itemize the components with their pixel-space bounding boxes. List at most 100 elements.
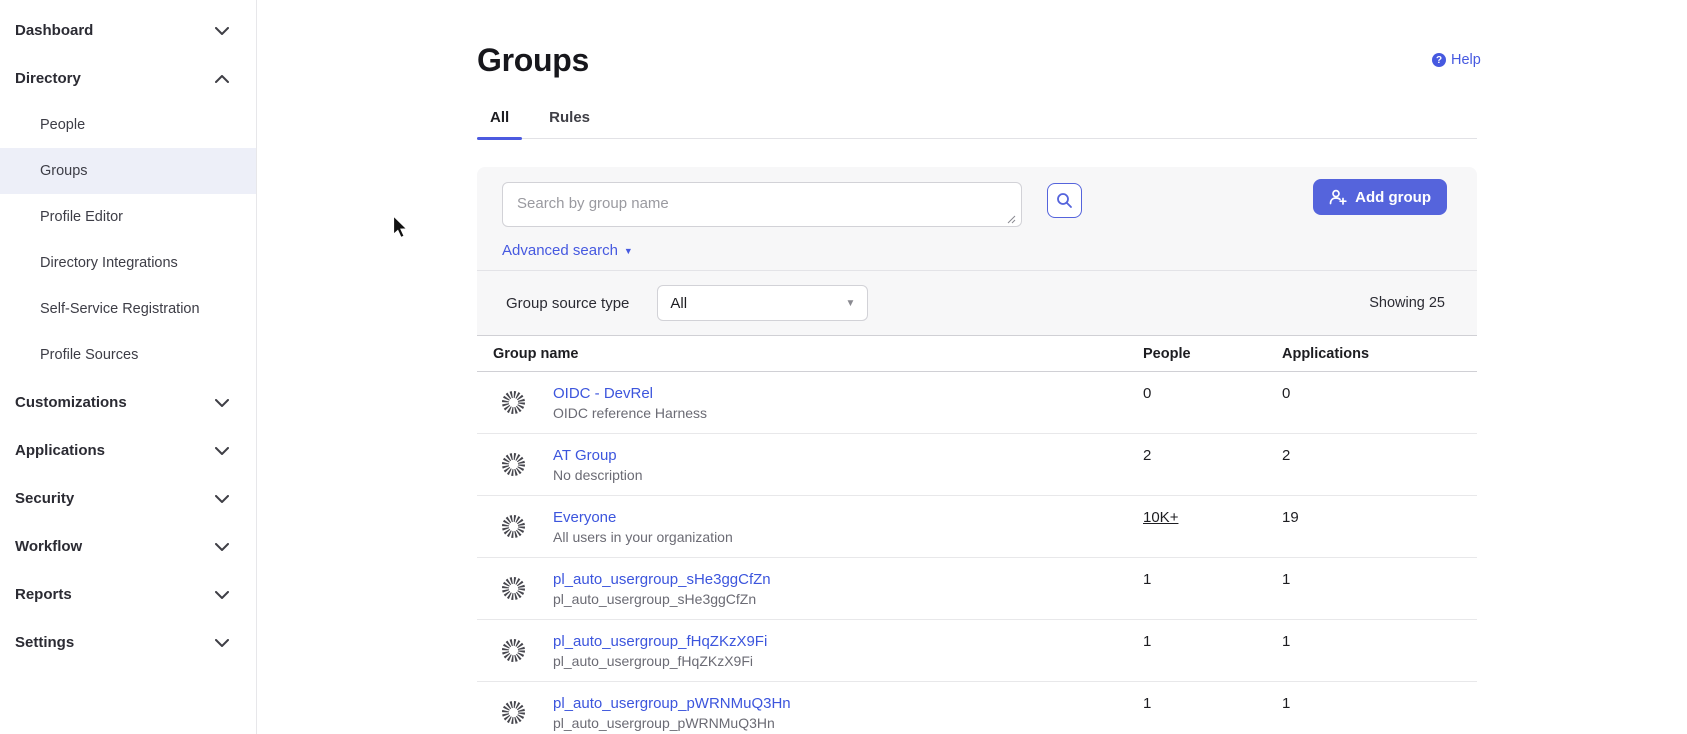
caret-down-icon: ▼ xyxy=(624,246,633,256)
table-row: OIDC - DevRel OIDC reference Harness 0 0 xyxy=(477,372,1477,434)
sidebar-item-self-service-registration[interactable]: Self-Service Registration xyxy=(0,286,256,332)
sidebar-subitem-label: Directory Integrations xyxy=(40,255,178,271)
help-link[interactable]: ? Help xyxy=(1432,52,1481,68)
applications-count: 2 xyxy=(1282,434,1477,495)
advanced-search-label: Advanced search xyxy=(502,242,618,259)
sidebar-item-reports[interactable]: Reports xyxy=(0,570,256,618)
group-name-link[interactable]: Everyone xyxy=(553,509,733,526)
people-count: 1 xyxy=(1143,620,1282,681)
group-description: pl_auto_usergroup_sHe3ggCfZn xyxy=(553,591,771,607)
group-description: No description xyxy=(553,467,643,483)
group-icon xyxy=(500,451,527,478)
group-name-link[interactable]: AT Group xyxy=(553,447,643,464)
group-name-link[interactable]: pl_auto_usergroup_fHqZKzX9Fi xyxy=(553,633,767,650)
sidebar-item-profile-editor[interactable]: Profile Editor xyxy=(0,194,256,240)
group-description: pl_auto_usergroup_fHqZKzX9Fi xyxy=(553,653,767,669)
sidebar-item-customizations[interactable]: Customizations xyxy=(0,378,256,426)
sidebar-item-directory-integrations[interactable]: Directory Integrations xyxy=(0,240,256,286)
sidebar-item-label: Dashboard xyxy=(15,22,93,39)
table-row: pl_auto_usergroup_fHqZKzX9Fi pl_auto_use… xyxy=(477,620,1477,682)
add-group-button[interactable]: Add group xyxy=(1313,179,1447,215)
sidebar-item-label: Reports xyxy=(15,586,72,603)
chevron-down-icon xyxy=(215,490,229,507)
people-count: 0 xyxy=(1143,372,1282,433)
group-icon xyxy=(500,637,527,664)
applications-count: 1 xyxy=(1282,558,1477,619)
main-area: ? Help Groups All Rules xyxy=(257,0,1687,734)
table-row: AT Group No description 2 2 xyxy=(477,434,1477,496)
applications-count: 0 xyxy=(1282,372,1477,433)
chevron-down-icon xyxy=(215,22,229,39)
sidebar-item-label: Settings xyxy=(15,634,74,651)
table-row: Everyone All users in your organization … xyxy=(477,496,1477,558)
sidebar-item-directory[interactable]: Directory xyxy=(0,54,256,102)
sidebar-item-label: Applications xyxy=(15,442,105,459)
content-column: ? Help Groups All Rules xyxy=(477,0,1477,734)
search-icon xyxy=(1056,192,1073,209)
sidebar-item-label: Workflow xyxy=(15,538,82,555)
group-name-link[interactable]: pl_auto_usergroup_sHe3ggCfZn xyxy=(553,571,771,588)
group-icon xyxy=(500,699,527,726)
page-title: Groups xyxy=(477,42,1477,79)
chevron-down-icon xyxy=(215,394,229,411)
sidebar-item-profile-sources[interactable]: Profile Sources xyxy=(0,332,256,378)
search-input[interactable] xyxy=(502,182,1022,227)
chevron-down-icon xyxy=(215,634,229,651)
chevron-down-icon xyxy=(215,586,229,603)
help-question-icon: ? xyxy=(1432,53,1446,67)
people-count-link[interactable]: 10K+ xyxy=(1143,509,1178,526)
sidebar-subitem-label: Groups xyxy=(40,163,88,179)
applications-count: 1 xyxy=(1282,682,1477,734)
sidebar-subitem-label: People xyxy=(40,117,85,133)
group-source-type-label: Group source type xyxy=(506,295,629,312)
group-icon xyxy=(500,575,527,602)
search-panel: Advanced search ▼ Add group xyxy=(477,167,1477,335)
add-group-label: Add group xyxy=(1355,189,1431,206)
sidebar-item-people[interactable]: People xyxy=(0,102,256,148)
table-row: pl_auto_usergroup_pWRNMuQ3Hn pl_auto_use… xyxy=(477,682,1477,734)
chevron-up-icon xyxy=(215,70,229,87)
add-user-icon xyxy=(1329,189,1347,205)
advanced-search-link[interactable]: Advanced search ▼ xyxy=(502,242,633,259)
sidebar-item-security[interactable]: Security xyxy=(0,474,256,522)
sidebar-item-groups[interactable]: Groups xyxy=(0,148,256,194)
sidebar-item-applications[interactable]: Applications xyxy=(0,426,256,474)
column-header-people[interactable]: People xyxy=(1143,336,1282,371)
tab-all[interactable]: All xyxy=(477,109,522,138)
sidebar-subitem-label: Self-Service Registration xyxy=(40,301,200,317)
applications-count: 1 xyxy=(1282,620,1477,681)
group-description: pl_auto_usergroup_pWRNMuQ3Hn xyxy=(553,715,791,731)
sidebar-item-label: Security xyxy=(15,490,74,507)
chevron-down-icon xyxy=(215,442,229,459)
group-description: All users in your organization xyxy=(553,529,733,545)
group-description: OIDC reference Harness xyxy=(553,405,707,421)
people-count: 2 xyxy=(1143,434,1282,495)
search-button[interactable] xyxy=(1047,183,1082,218)
select-value: All xyxy=(670,295,687,312)
sidebar-item-dashboard[interactable]: Dashboard xyxy=(0,6,256,54)
sidebar-item-label: Customizations xyxy=(15,394,127,411)
help-label: Help xyxy=(1451,52,1481,68)
group-icon xyxy=(500,513,527,540)
sidebar: Dashboard Directory People Groups Profil… xyxy=(0,0,257,734)
people-count: 1 xyxy=(1143,558,1282,619)
applications-count: 19 xyxy=(1282,496,1477,557)
sidebar-item-settings[interactable]: Settings xyxy=(0,618,256,666)
group-source-type-select[interactable]: All ▼ xyxy=(657,285,868,321)
table-header: Group name People Applications xyxy=(477,335,1477,372)
tab-rules[interactable]: Rules xyxy=(536,109,603,138)
table-row: pl_auto_usergroup_sHe3ggCfZn pl_auto_use… xyxy=(477,558,1477,620)
group-name-link[interactable]: pl_auto_usergroup_pWRNMuQ3Hn xyxy=(553,695,791,712)
sidebar-subitem-label: Profile Editor xyxy=(40,209,123,225)
column-header-group-name[interactable]: Group name xyxy=(477,336,1143,371)
people-count: 10K+ xyxy=(1143,496,1282,557)
column-header-applications[interactable]: Applications xyxy=(1282,336,1477,371)
group-name-link[interactable]: OIDC - DevRel xyxy=(553,385,707,402)
showing-count: Showing 25 xyxy=(1369,295,1445,311)
sidebar-item-workflow[interactable]: Workflow xyxy=(0,522,256,570)
sidebar-item-label: Directory xyxy=(15,70,81,87)
people-count: 1 xyxy=(1143,682,1282,734)
caret-down-icon: ▼ xyxy=(846,298,856,309)
group-icon xyxy=(500,389,527,416)
tab-bar: All Rules xyxy=(477,109,1477,139)
